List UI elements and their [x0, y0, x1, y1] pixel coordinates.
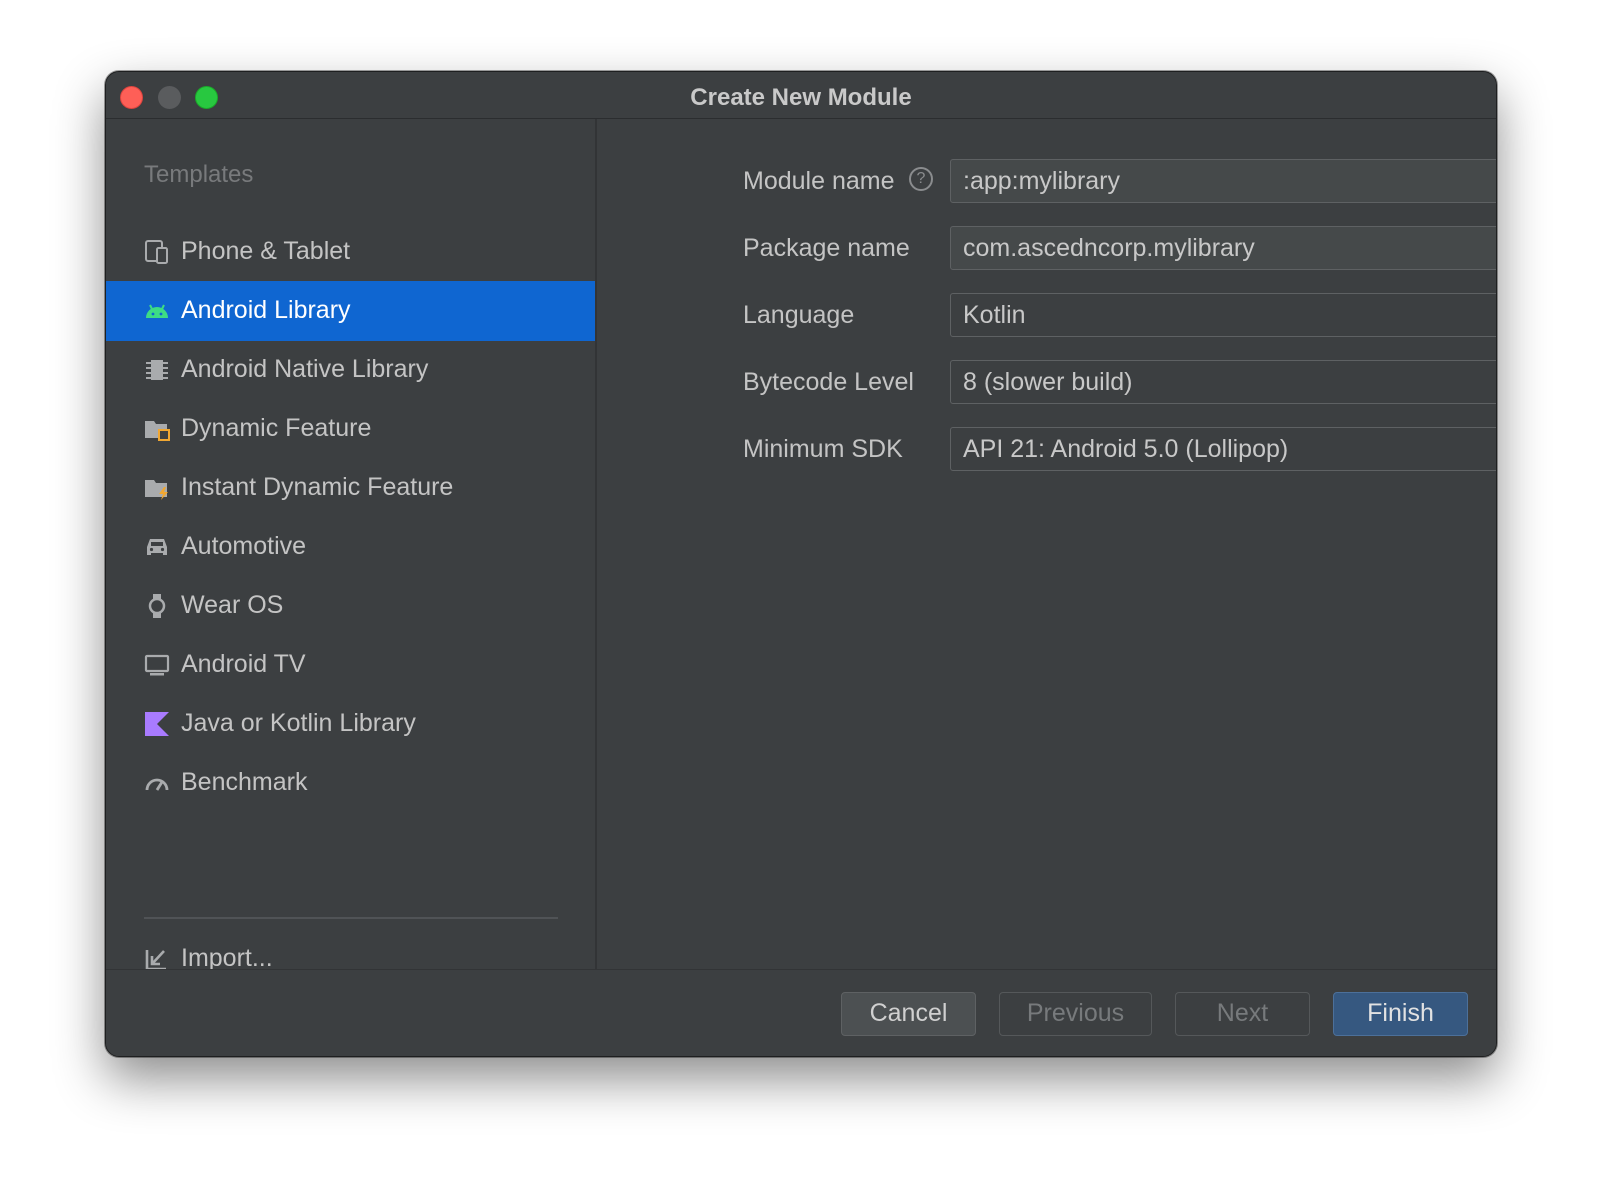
sidebar-item-benchmark[interactable]: Benchmark: [106, 753, 595, 813]
folder-instant-icon: [144, 475, 170, 501]
templates-heading: Templates: [144, 161, 254, 188]
android-icon: [144, 298, 170, 324]
module-form: Module name ? Package name Language Kotl…: [597, 119, 1496, 969]
sidebar-item-label: Phone & Tablet: [181, 237, 351, 265]
minimum-sdk-dropdown[interactable]: API 21: Android 5.0 (Lollipop): [950, 427, 1496, 471]
car-icon: [144, 534, 170, 560]
bytecode-level-value: 8 (slower build): [963, 368, 1133, 396]
gauge-icon: [144, 770, 170, 796]
create-module-dialog: Create New Module Templates Phone & Tabl…: [105, 71, 1497, 1057]
sidebar-item-wear-os[interactable]: Wear OS: [106, 576, 595, 636]
sidebar-item-label: Java or Kotlin Library: [181, 709, 416, 737]
sidebar-item-android-native-library[interactable]: Android Native Library: [106, 340, 595, 400]
sidebar-item-label: Instant Dynamic Feature: [181, 473, 454, 501]
phone-tablet-icon: [144, 239, 170, 265]
sidebar-divider: [144, 917, 558, 919]
dialog-footer: Cancel Previous Next Finish: [106, 969, 1496, 1056]
templates-sidebar: Templates Phone & Tablet Android Library…: [106, 119, 597, 972]
sidebar-item-label: Android Native Library: [181, 355, 429, 383]
language-dropdown[interactable]: Kotlin: [950, 293, 1496, 337]
finish-button[interactable]: Finish: [1333, 992, 1468, 1036]
sidebar-item-java-kotlin-library[interactable]: Java or Kotlin Library: [106, 694, 595, 754]
bytecode-level-row: Bytecode Level 8 (slower build): [597, 360, 1496, 406]
package-name-row: Package name: [597, 226, 1496, 272]
previous-button[interactable]: Previous: [999, 992, 1152, 1036]
sidebar-item-dynamic-feature[interactable]: Dynamic Feature: [106, 399, 595, 459]
minimum-sdk-row: Minimum SDK API 21: Android 5.0 (Lollipo…: [597, 427, 1496, 473]
minimum-sdk-value: API 21: Android 5.0 (Lollipop): [963, 435, 1289, 463]
sidebar-item-automotive[interactable]: Automotive: [106, 517, 595, 577]
sidebar-item-phone-tablet[interactable]: Phone & Tablet: [106, 222, 595, 282]
minimum-sdk-label: Minimum SDK: [743, 435, 903, 463]
sidebar-item-label: Benchmark: [181, 768, 308, 796]
bytecode-level-dropdown[interactable]: 8 (slower build): [950, 360, 1496, 404]
next-button[interactable]: Next: [1175, 992, 1310, 1036]
sidebar-item-label: Dynamic Feature: [181, 414, 372, 442]
folder-feature-icon: [144, 416, 170, 442]
window-title: Create New Module: [690, 84, 912, 111]
help-icon[interactable]: ?: [909, 167, 933, 191]
title-bar: Create New Module: [106, 72, 1496, 119]
sidebar-item-label: Android Library: [181, 296, 351, 324]
module-name-input[interactable]: [950, 159, 1496, 203]
chip-icon: [144, 357, 170, 383]
sidebar-item-label: Wear OS: [181, 591, 284, 619]
tv-icon: [144, 652, 170, 678]
package-name-input[interactable]: [950, 226, 1496, 270]
sidebar-item-android-tv[interactable]: Android TV: [106, 635, 595, 695]
language-value: Kotlin: [963, 301, 1026, 329]
sidebar-item-android-library[interactable]: Android Library: [106, 281, 595, 341]
language-label: Language: [743, 301, 855, 329]
watch-icon: [144, 593, 170, 619]
sidebar-item-label: Automotive: [181, 532, 307, 560]
cancel-button[interactable]: Cancel: [841, 992, 976, 1036]
kotlin-icon: [144, 711, 170, 737]
sidebar-item-instant-dynamic-feature[interactable]: Instant Dynamic Feature: [106, 458, 595, 518]
module-name-row: Module name ?: [597, 159, 1496, 205]
language-row: Language Kotlin: [597, 293, 1496, 339]
module-name-label: Module name: [743, 167, 895, 195]
bytecode-level-label: Bytecode Level: [743, 368, 914, 396]
package-name-label: Package name: [743, 234, 910, 262]
sidebar-item-label: Android TV: [181, 650, 306, 678]
